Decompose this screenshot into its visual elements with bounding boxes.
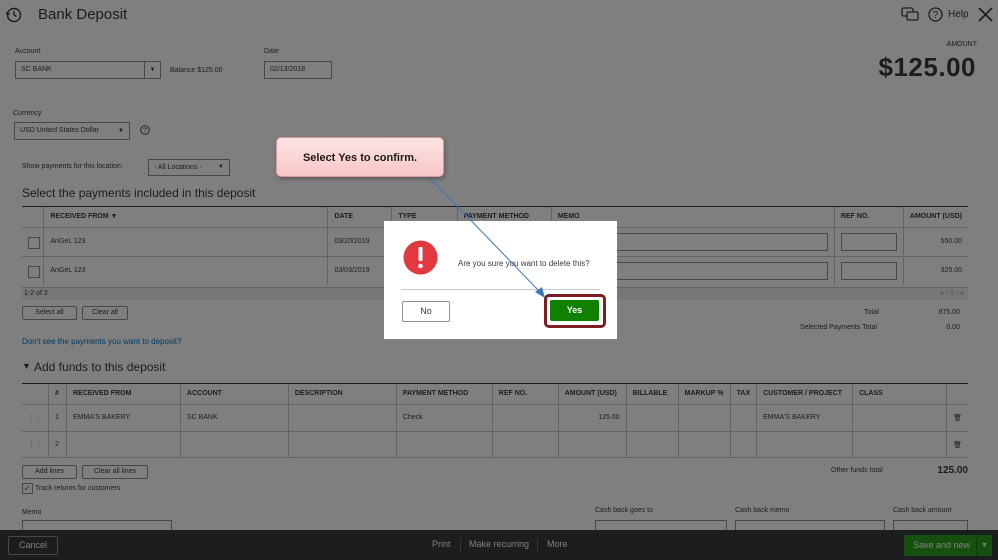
alert-icon xyxy=(403,240,438,275)
instruction-callout: Select Yes to confirm. xyxy=(276,137,444,177)
divider xyxy=(401,289,600,290)
confirm-dialog: Are you sure you want to delete this? No… xyxy=(384,221,617,339)
yes-button[interactable]: Yes xyxy=(550,300,599,321)
no-button[interactable]: No xyxy=(402,301,450,322)
dialog-message: Are you sure you want to delete this? xyxy=(458,259,590,268)
